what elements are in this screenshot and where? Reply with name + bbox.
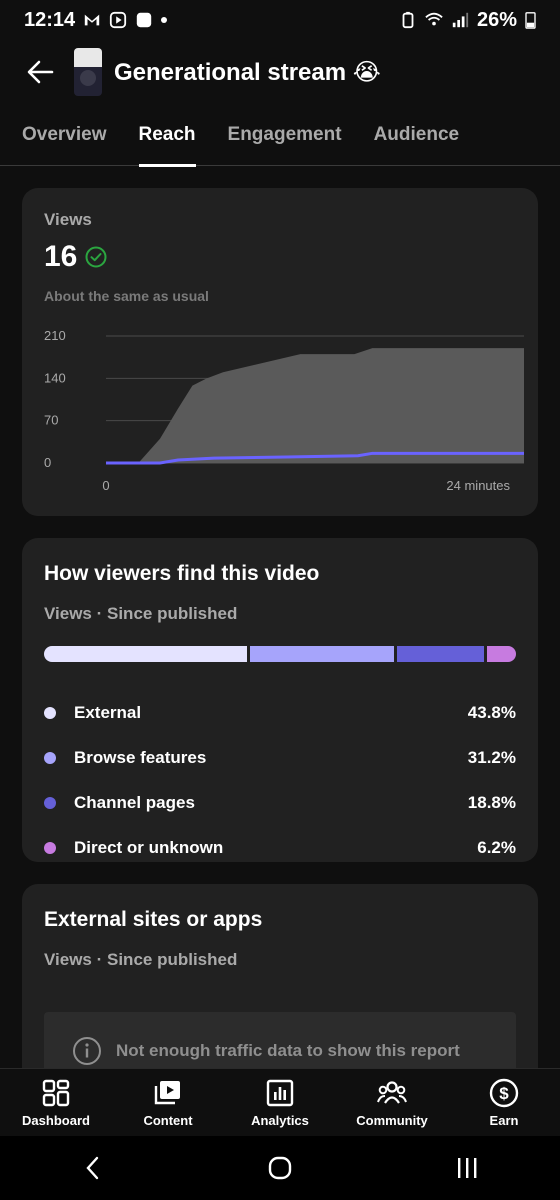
legend-item-direct-or-unknown: Direct or unknown 6.2% <box>44 825 516 870</box>
legend-value: 18.8% <box>467 792 516 812</box>
home-circle-icon <box>268 1156 292 1180</box>
tab-reach[interactable]: Reach <box>138 104 196 167</box>
x-axis-start-label: 0 <box>102 478 109 493</box>
nav-content[interactable]: Content <box>112 1077 224 1128</box>
views-note: About the same as usual <box>44 288 209 304</box>
analytics-icon <box>266 1079 294 1107</box>
y-tick-label: 0 <box>44 455 51 470</box>
legend-dot-icon <box>44 706 56 719</box>
info-icon <box>73 1037 101 1065</box>
app-notification-icon <box>136 12 152 28</box>
status-time: 12:14 <box>24 8 76 31</box>
battery-percent: 26% <box>476 8 517 31</box>
community-icon <box>377 1081 407 1104</box>
page-title: Generational stream 😭 <box>114 58 381 86</box>
nav-analytics[interactable]: Analytics <box>224 1077 336 1128</box>
bottom-navigation: Dashboard Content Analytics Community $ … <box>0 1068 560 1136</box>
legend-label: Direct or unknown <box>74 837 224 857</box>
y-tick-label: 70 <box>44 413 58 428</box>
legend-item-browse-features: Browse features 31.2% <box>44 735 516 780</box>
nav-community[interactable]: Community <box>336 1077 448 1128</box>
external-card-title: External sites or apps <box>44 908 263 931</box>
check-circle-icon <box>85 246 107 268</box>
traffic-bar-segment <box>397 646 485 662</box>
traffic-bar-segment <box>249 646 395 662</box>
nav-label: Analytics <box>251 1113 309 1128</box>
nav-label: Content <box>143 1113 193 1128</box>
views-label: Views <box>44 210 92 229</box>
back-button[interactable] <box>20 52 60 92</box>
gmail-icon <box>84 14 100 26</box>
nav-label: Community <box>356 1113 428 1128</box>
traffic-legend: External 43.8% Browse features 31.2% Cha… <box>44 690 516 870</box>
chevron-left-icon <box>86 1156 99 1180</box>
traffic-card-subtitle: Views · Since published <box>44 604 238 623</box>
back-arrow-icon <box>27 60 54 84</box>
x-axis-end-label: 24 minutes <box>446 478 510 493</box>
dashboard-icon <box>42 1079 70 1107</box>
external-card-subtitle: Views · Since published <box>44 950 238 969</box>
views-chart: 210 140 70 0 0 24 minutes <box>44 326 538 496</box>
nav-label: Earn <box>489 1113 519 1128</box>
legend-item-channel-pages: Channel pages 18.8% <box>44 780 516 825</box>
legend-item-external: External 43.8% <box>44 690 516 735</box>
system-home-button[interactable] <box>260 1148 300 1188</box>
tab-overview[interactable]: Overview <box>22 104 107 166</box>
nav-dashboard[interactable]: Dashboard <box>0 1077 112 1128</box>
views-card[interactable]: Views 16 About the same as usual 210 140 7… <box>22 188 538 516</box>
video-thumbnail <box>74 48 102 96</box>
legend-value: 43.8% <box>467 702 516 722</box>
recents-icon <box>457 1158 477 1178</box>
nav-label: Dashboard <box>22 1113 90 1128</box>
legend-label: Channel pages <box>74 792 195 812</box>
legend-value: 31.2% <box>467 747 516 767</box>
views-value: 16 <box>44 240 78 273</box>
y-tick-label: 140 <box>44 370 66 385</box>
traffic-source-bar <box>44 646 516 662</box>
nav-earn[interactable]: $ Earn <box>448 1077 560 1128</box>
wifi-icon <box>425 12 443 26</box>
traffic-card-title: How viewers find this video <box>44 562 320 585</box>
legend-value: 6.2% <box>477 837 516 857</box>
svg-text:$: $ <box>499 1084 509 1103</box>
content-icon <box>154 1081 180 1105</box>
external-sites-card[interactable]: External sites or apps Views · Since pub… <box>22 884 538 1112</box>
typical-views-area <box>106 348 538 463</box>
app-header: Generational stream 😭 <box>0 40 560 104</box>
system-recents-button[interactable] <box>447 1148 487 1188</box>
legend-dot-icon <box>44 796 56 809</box>
legend-dot-icon <box>44 841 56 854</box>
app-notification-icon <box>110 11 127 29</box>
views-chart-svg: 210 140 70 0 0 24 minutes <box>44 328 538 493</box>
earn-icon: $ <box>489 1078 519 1108</box>
tab-engagement[interactable]: Engagement <box>228 104 342 166</box>
signal-icon <box>452 12 469 28</box>
status-bar: 12:14 26% <box>0 0 560 40</box>
system-back-button[interactable] <box>73 1148 113 1188</box>
empty-state-message: Not enough traffic data to show this rep… <box>116 1041 460 1060</box>
battery-icon <box>525 12 536 29</box>
legend-label: External <box>74 702 142 722</box>
battery-saver-icon <box>402 11 414 29</box>
more-notifications-dot <box>161 17 168 23</box>
legend-dot-icon <box>44 751 56 764</box>
traffic-bar-segment <box>44 646 247 662</box>
traffic-sources-card[interactable]: How viewers find this video Views · Sinc… <box>22 538 538 862</box>
tab-audience[interactable]: Audience <box>374 104 460 166</box>
tab-bar: Overview Reach Engagement Audience <box>0 104 560 167</box>
y-tick-label: 210 <box>44 328 66 343</box>
traffic-bar-segment <box>487 646 516 662</box>
legend-label: Browse features <box>74 747 207 767</box>
system-navigation-bar <box>0 1136 560 1200</box>
